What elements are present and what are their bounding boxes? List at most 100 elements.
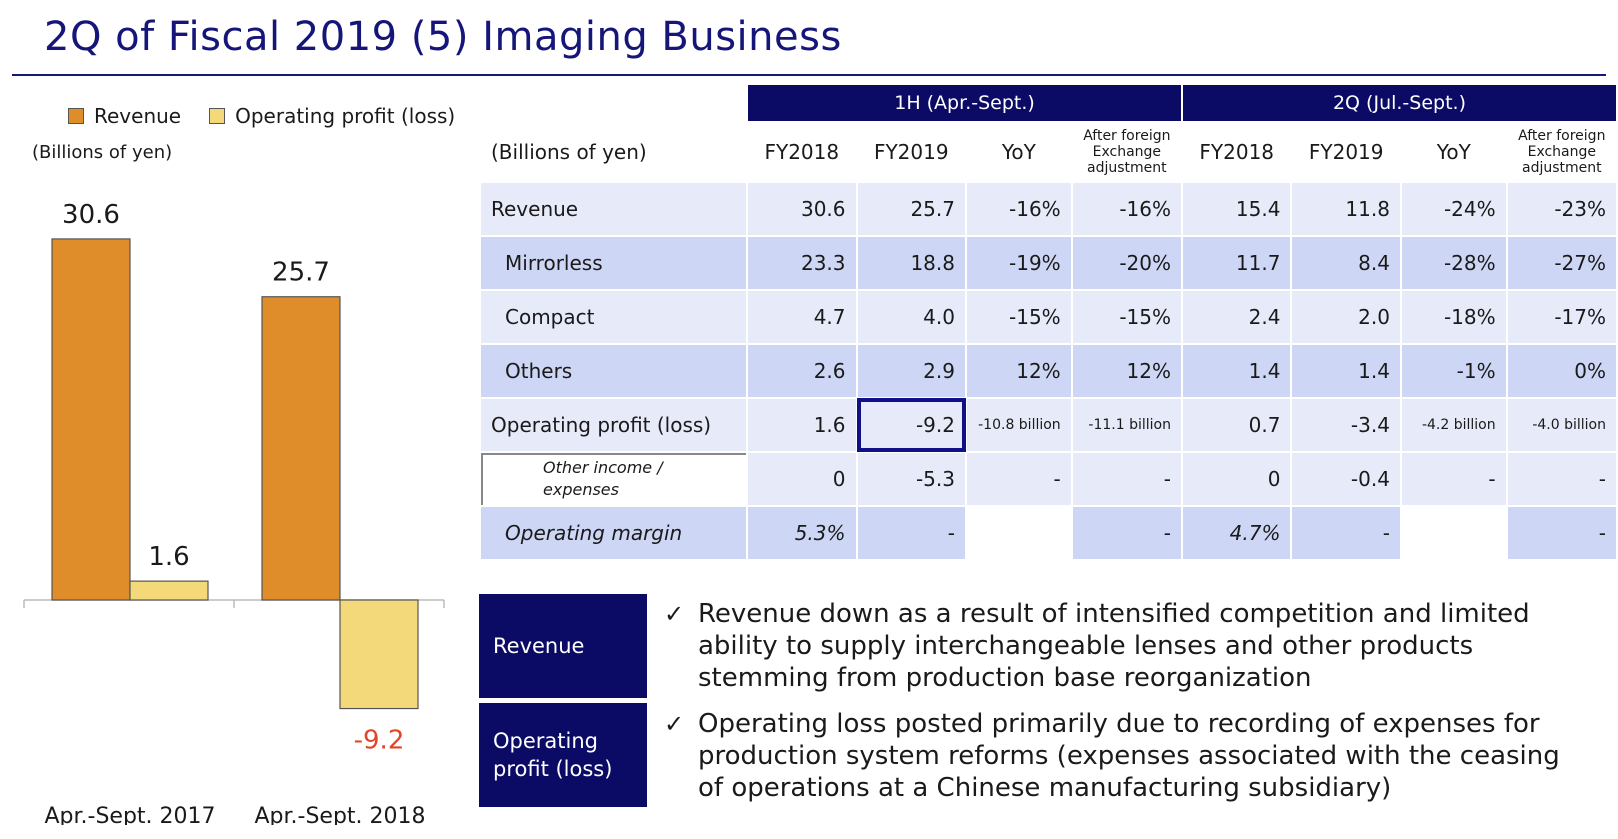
title-divider <box>12 74 1606 76</box>
column-header: After foreign Exchange adjustment <box>1070 121 1183 183</box>
table-cell: 4.7% <box>1180 505 1293 561</box>
column-header: After foreign Exchange adjustment <box>1505 121 1618 183</box>
table-cell: -10.8 billion <box>964 397 1073 453</box>
table-cell: 12% <box>1070 343 1183 399</box>
table-cell: -18% <box>1399 289 1508 345</box>
table-cell: - <box>1399 451 1508 507</box>
table-cell: - <box>1070 505 1183 561</box>
column-header: FY2019 <box>855 121 967 183</box>
table-cell: 11.7 <box>1180 235 1293 291</box>
table-cell: 2.4 <box>1180 289 1293 345</box>
table-column-header-row: (Billions of yen) FY2018 FY2019 YoY Afte… <box>478 121 1618 183</box>
table-header-blank <box>478 83 749 123</box>
table-cell: - <box>964 451 1073 507</box>
table-cell: -16% <box>964 181 1073 237</box>
table-cell: -5.3 <box>855 451 967 507</box>
table-cell <box>1399 505 1508 561</box>
results-table: 1H (Apr.-Sept.) 2Q (Jul.-Sept.) (Billion… <box>478 83 1618 561</box>
table-cell: 1.4 <box>1180 343 1293 399</box>
table-cell: 11.8 <box>1290 181 1402 237</box>
table-cell: 23.3 <box>746 235 858 291</box>
table-cell: 4.7 <box>746 289 858 345</box>
table-cell: -20% <box>1070 235 1183 291</box>
table-cell: -17% <box>1505 289 1618 345</box>
column-header: FY2018 <box>1180 121 1293 183</box>
page-title: 2Q of Fiscal 2019 (5) Imaging Business <box>44 14 842 60</box>
table-cell: 0 <box>1180 451 1293 507</box>
row-label: Operating margin <box>478 505 749 561</box>
category-label: Apr.-Sept. 2017 <box>44 804 215 825</box>
table-row: Operating margin 5.3% - - 4.7% - - <box>478 505 1618 561</box>
table-cell: 8.4 <box>1290 235 1402 291</box>
table-cell: 1.4 <box>1290 343 1402 399</box>
table-cell: - <box>1505 451 1618 507</box>
data-label: 1.6 <box>148 542 189 572</box>
table-units-label: (Billions of yen) <box>478 121 749 183</box>
table-cell: 12% <box>964 343 1073 399</box>
bar-revenue <box>261 296 341 601</box>
note-label-operating-profit: Operating profit (loss) <box>479 703 647 807</box>
table-row: Compact 4.7 4.0 -15% -15% 2.4 2.0 -18% -… <box>478 289 1618 345</box>
table-cell: -15% <box>1070 289 1183 345</box>
table-cell: 1.6 <box>746 397 858 453</box>
column-header: YoY <box>964 121 1073 183</box>
group-header-1h: 1H (Apr.-Sept.) <box>746 83 1183 123</box>
table-cell: 30.6 <box>746 181 858 237</box>
table-cell: 0.7 <box>1180 397 1293 453</box>
table-cell: -4.0 billion <box>1505 397 1618 453</box>
table-cell: 18.8 <box>855 235 967 291</box>
table-cell: -23% <box>1505 181 1618 237</box>
table-cell: 15.4 <box>1180 181 1293 237</box>
table-cell: -0.4 <box>1290 451 1402 507</box>
table-group-header-row: 1H (Apr.-Sept.) 2Q (Jul.-Sept.) <box>478 83 1618 123</box>
row-label: Operating profit (loss) <box>478 397 749 453</box>
table-cell: 2.6 <box>746 343 858 399</box>
highlighted-cell: -9.2 <box>855 397 967 453</box>
column-header: FY2019 <box>1290 121 1402 183</box>
table-cell: - <box>1070 451 1183 507</box>
row-label: Other income / expenses <box>478 451 749 507</box>
group-header-2q: 2Q (Jul.-Sept.) <box>1180 83 1618 123</box>
table-cell: 0 <box>746 451 858 507</box>
table-cell: 4.0 <box>855 289 967 345</box>
row-label: Revenue <box>478 181 749 237</box>
table-cell: -1% <box>1399 343 1508 399</box>
bar-profit <box>129 580 209 601</box>
table-cell: - <box>1290 505 1402 561</box>
table-row: Other income / expenses 0 -5.3 - - 0 -0.… <box>478 451 1618 507</box>
data-label: 30.6 <box>62 200 120 230</box>
table-cell: -15% <box>964 289 1073 345</box>
table-cell: 0% <box>1505 343 1618 399</box>
table-cell: -4.2 billion <box>1399 397 1508 453</box>
table-cell: -16% <box>1070 181 1183 237</box>
checkmark-icon: ✓ <box>664 600 685 628</box>
bar-revenue <box>51 238 131 601</box>
table-cell: - <box>1505 505 1618 561</box>
table-row: Operating profit (loss) 1.6 -9.2 -10.8 b… <box>478 397 1618 453</box>
table-cell: -28% <box>1399 235 1508 291</box>
note-text-revenue: Revenue down as a result of intensified … <box>698 599 1530 693</box>
table-cell: -3.4 <box>1290 397 1402 453</box>
table-row: Others 2.6 2.9 12% 12% 1.4 1.4 -1% 0% <box>478 343 1618 399</box>
bar-profit <box>339 599 419 710</box>
table-cell: -19% <box>964 235 1073 291</box>
note-text-operating-profit: Operating loss posted primarily due to r… <box>698 709 1560 803</box>
category-label: Apr.-Sept. 2018 <box>254 804 425 825</box>
note-label-revenue: Revenue <box>479 594 647 698</box>
table-cell: -24% <box>1399 181 1508 237</box>
table-cell: 2.9 <box>855 343 967 399</box>
column-header: FY2018 <box>746 121 858 183</box>
column-header: YoY <box>1399 121 1508 183</box>
row-label: Mirrorless <box>478 235 749 291</box>
table-cell: 2.0 <box>1290 289 1402 345</box>
table-row: Mirrorless 23.3 18.8 -19% -20% 11.7 8.4 … <box>478 235 1618 291</box>
row-label: Compact <box>478 289 749 345</box>
checkmark-icon: ✓ <box>664 710 685 738</box>
data-label: 25.7 <box>272 258 330 288</box>
table-cell: 5.3% <box>746 505 858 561</box>
table-cell: - <box>855 505 967 561</box>
data-label: -9.2 <box>354 726 405 756</box>
table-cell: -11.1 billion <box>1070 397 1183 453</box>
table-cell: 25.7 <box>855 181 967 237</box>
row-label: Others <box>478 343 749 399</box>
